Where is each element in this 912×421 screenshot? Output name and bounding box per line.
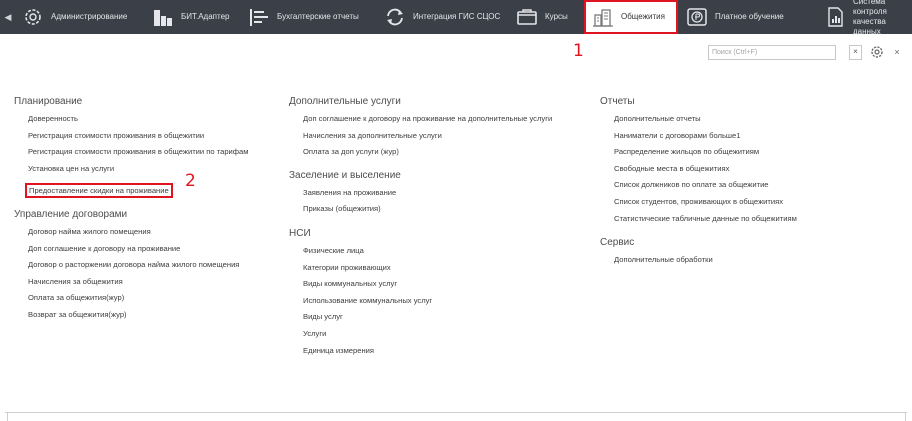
section-courses[interactable]: Курсы: [516, 0, 568, 34]
quality-chart-icon: [824, 6, 846, 28]
section-data-quality[interactable]: Система контроля качества данных: [824, 0, 912, 36]
menu-item[interactable]: Виды услуг: [303, 312, 552, 321]
group-title-contracts: Управление договорами: [14, 208, 128, 220]
coin-rubles-icon: [686, 6, 708, 28]
menu-item[interactable]: Договор о расторжении договора найма жил…: [28, 260, 248, 269]
menu-column-right: Отчеты Дополнительные отчеты Наниматели …: [600, 95, 797, 272]
callout-number-2: 2: [185, 171, 196, 191]
close-icon[interactable]: ×: [891, 45, 903, 59]
dormitory-buildings-icon: [592, 6, 614, 28]
section-administration[interactable]: Администрирование: [22, 0, 127, 34]
menu-item[interactable]: Установка цен на услуги: [28, 164, 248, 173]
menu-item[interactable]: Услуги: [303, 329, 552, 338]
menu-column-left: Планирование Доверенность Регистрация ст…: [14, 95, 248, 327]
bottom-divider: [5, 412, 907, 413]
menu-item[interactable]: Категории проживающих: [303, 263, 552, 272]
menu-item[interactable]: Список должников по оплате за общежитие: [614, 180, 797, 189]
section-bit-adapter[interactable]: БИТ.Адаптер: [152, 0, 229, 34]
menu-item[interactable]: Дополнительные обработки: [614, 255, 797, 264]
group-title-planning: Планирование: [14, 96, 83, 107]
clear-search-button[interactable]: ×: [849, 45, 862, 60]
menu-item[interactable]: Начисления за дополнительные услуги: [303, 131, 552, 140]
menu-item-discount-highlighted[interactable]: Предоставление скидки на проживание: [25, 183, 173, 199]
menu-item[interactable]: Приказы (общежития): [303, 204, 552, 213]
bottom-left-edge: [7, 413, 8, 421]
menu-item[interactable]: Возврат за общежития(жур): [28, 310, 248, 319]
menu-item[interactable]: Доп соглашение к договору на проживание: [28, 244, 248, 253]
menu-item[interactable]: Единица измерения: [303, 346, 552, 355]
section-paid-education[interactable]: Платное обучение: [686, 0, 784, 34]
callout-number-1: 1: [573, 41, 584, 61]
menu-item[interactable]: Доверенность: [28, 114, 248, 123]
group-title-reports: Отчеты: [600, 96, 635, 107]
section-accounting-reports[interactable]: Бухгалтерские отчеты: [248, 0, 359, 34]
building-blocks-icon: [152, 6, 174, 28]
section-dormitories[interactable]: Общежития: [584, 0, 678, 34]
menu-item[interactable]: Регистрация стоимости проживания в общеж…: [28, 147, 248, 156]
menu-item[interactable]: Статистические табличные данные по общеж…: [614, 214, 797, 223]
menu-item[interactable]: Оплата за доп услуги (жур): [303, 147, 552, 156]
bottom-right-edge: [905, 413, 906, 421]
menu-item[interactable]: Оплата за общежития(жур): [28, 293, 248, 302]
group-title-extra-services: Дополнительные услуги: [289, 96, 401, 107]
menu-item[interactable]: Список студентов, проживающих в общежити…: [614, 197, 797, 206]
folder-icon: [516, 6, 538, 28]
report-lines-icon: [248, 6, 270, 28]
menu-item[interactable]: Начисления за общежития: [28, 277, 248, 286]
group-title-nsi: НСИ: [289, 227, 311, 239]
section-gis-integration[interactable]: Интеграция ГИС СЦОС: [384, 0, 500, 34]
search-input[interactable]: Поиск (Ctrl+F): [708, 45, 836, 60]
sync-arrows-icon: [384, 6, 406, 28]
group-title-settlement: Заселение и выселение: [289, 169, 401, 181]
scroll-left-arrow-icon[interactable]: ◀: [3, 11, 13, 23]
menu-item[interactable]: Дополнительные отчеты: [614, 114, 797, 123]
settings-gear-icon[interactable]: [869, 44, 885, 60]
menu-item[interactable]: Распределение жильцов по общежитиям: [614, 147, 797, 156]
menu-item[interactable]: Наниматели с договорами больше1: [614, 131, 797, 140]
menu-item[interactable]: Виды коммунальных услуг: [303, 279, 552, 288]
menu-item[interactable]: Заявления на проживание: [303, 188, 552, 197]
group-title-service: Сервис: [600, 237, 635, 249]
menu-item[interactable]: Доп соглашение к договору на проживание …: [303, 114, 552, 123]
menu-item[interactable]: Регистрация стоимости проживания в общеж…: [28, 131, 248, 140]
menu-item[interactable]: Использование коммунальных услуг: [303, 296, 552, 305]
menu-item[interactable]: Физические лица: [303, 246, 552, 255]
menu-item[interactable]: Свободные места в общежитиях: [614, 164, 797, 173]
menu-item[interactable]: Договор найма жилого помещения: [28, 227, 248, 236]
gear-icon: [22, 6, 44, 28]
menu-column-middle: Дополнительные услуги Доп соглашение к д…: [289, 95, 552, 362]
section-panel: ◀ Администрирование БИТ.Адаптер Бухгалте…: [0, 0, 912, 36]
